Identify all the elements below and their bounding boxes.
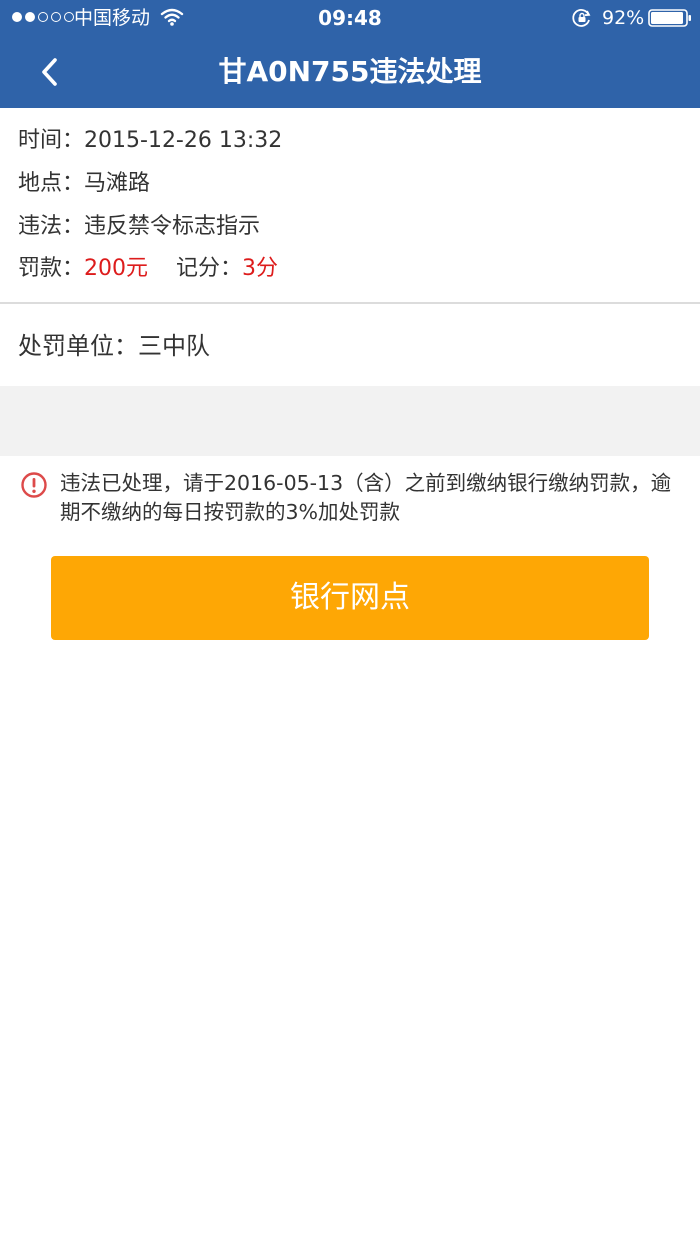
clock: 09:48 [318,6,382,30]
violation-info: 时间：2015-12-26 13:32 地点：马滩路 违法：违反禁令标志指示 罚… [0,108,700,304]
time-value: 2015-12-26 13:32 [84,128,283,153]
place-value: 马滩路 [84,171,151,196]
points-value: 3分 [242,256,279,281]
place-row: 地点：马滩路 [18,164,150,204]
unit-value: 三中队 [138,332,210,360]
violation-label: 违法： [18,214,85,239]
bank-outlets-button[interactable]: 银行网点 [51,556,649,640]
time-label: 时间： [18,128,85,153]
rotation-lock-icon [572,9,591,27]
points-label: 记分： [176,256,243,281]
header: 中国移动 09:48 92% 甘A0N755违法处理 [0,0,700,108]
time-row: 时间：2015-12-26 13:32 [18,121,282,161]
penalty-unit-row: 处罚单位：三中队 [0,304,700,386]
battery-percentage: 92% [602,7,645,29]
place-label: 地点： [18,171,85,196]
violation-row: 违法：违反禁令标志指示 [18,207,260,247]
status-bar: 中国移动 09:48 92% [0,0,700,36]
fine-label: 罚款： [18,256,85,281]
section-divider [0,386,700,456]
page-title: 甘A0N755违法处理 [218,55,482,88]
battery-icon [648,9,691,27]
payment-notice: 违法已处理，请于2016-05-13（含）之前到缴纳银行缴纳罚款，逾期不缴纳的每… [60,471,672,524]
info-circle-icon [21,472,47,498]
nav-bar: 甘A0N755违法处理 [0,36,700,108]
unit-label: 处罚单位： [18,332,138,360]
penalty-row: 罚款：200元 记分：3分 [18,249,278,289]
fine-value: 200元 [84,256,149,281]
violation-value: 违反禁令标志指示 [84,214,261,239]
